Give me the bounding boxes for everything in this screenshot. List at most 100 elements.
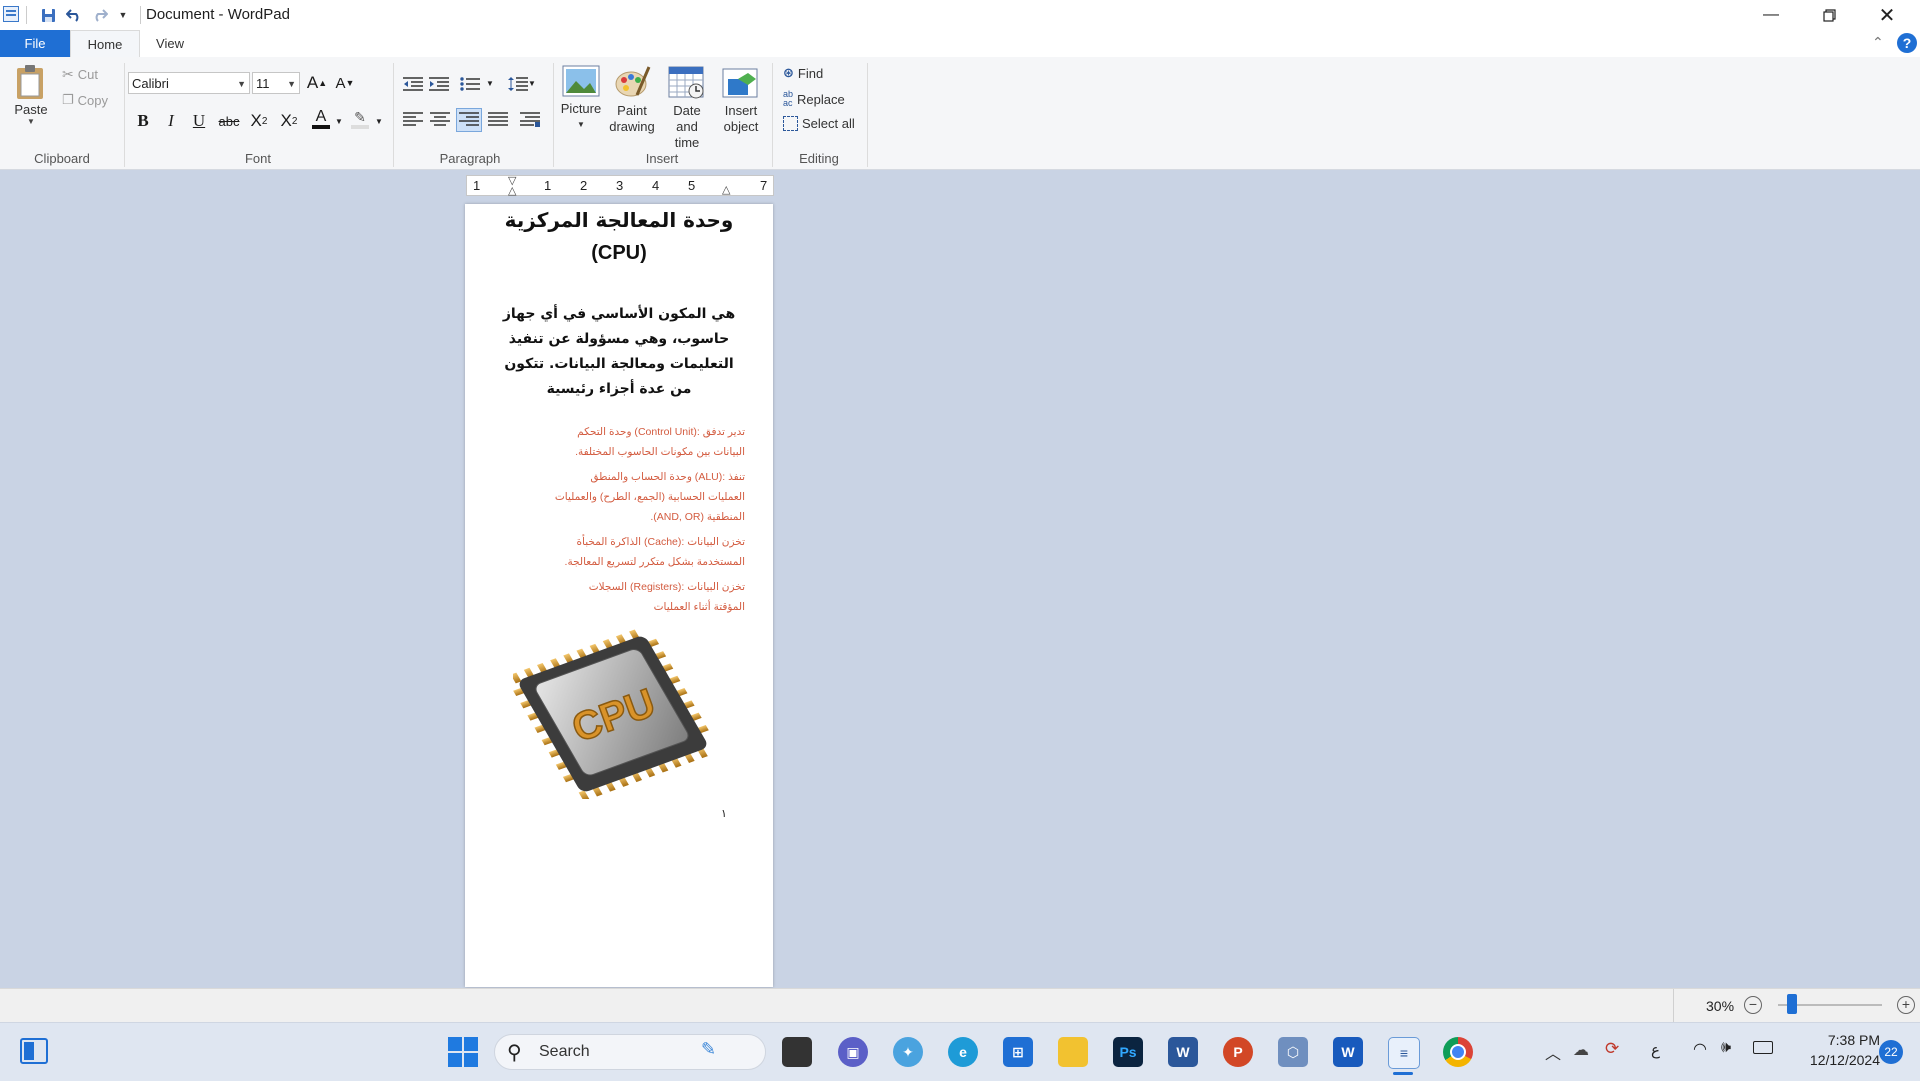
decrease-indent-button[interactable] [401,73,425,95]
sync-icon[interactable]: ⟳ [1605,1039,1619,1059]
strikethrough-button[interactable]: abc [217,109,241,133]
taskbar: ⚲ Search ✎ ▣ ✦ e ⊞ Ps W P ⬡ W ≡ ︿ ☁ ⟳ ع … [0,1022,1920,1081]
help-icon[interactable]: ? [1897,33,1917,53]
chevron-down-icon[interactable]: ▼ [375,117,383,126]
undo-icon[interactable] [64,5,84,25]
customize-qat-dropdown-icon[interactable]: ▼ [113,5,133,25]
taskbar-search[interactable]: ⚲ Search ✎ [494,1034,766,1070]
notification-badge[interactable]: 22 [1879,1040,1903,1064]
intro-line: التعليمات ومعالجة البيانات. تتكون [504,356,734,372]
photoshop-icon[interactable]: Ps [1113,1037,1143,1067]
picture-button[interactable]: Picture ▼ [556,65,606,133]
app-hexagon-icon[interactable]: ⬡ [1278,1037,1308,1067]
onedrive-error-icon[interactable]: ☁ [1573,1040,1589,1060]
paste-button[interactable]: Paste ▼ [10,63,52,126]
superscript-button[interactable]: X2 [277,109,301,133]
input-language[interactable]: ع [1651,1041,1660,1059]
document-title-abbrev: (CPU) [591,242,647,264]
picture-icon [562,65,600,97]
start-icon[interactable] [448,1037,478,1067]
close-button[interactable]: ✕ [1858,0,1916,30]
edge-icon[interactable]: e [948,1037,978,1067]
copy-button[interactable]: ❐ Copy [62,92,108,108]
chevron-down-icon[interactable]: ▼ [335,117,343,126]
paragraph-settings-button[interactable] [518,109,542,131]
cut-label: Cut [77,67,98,82]
chrome-icon[interactable] [1443,1037,1473,1067]
item-line: البيانات بين مكونات الحاسوب المختلفة. [575,446,745,458]
volume-icon[interactable]: 🕪 [1721,1039,1731,1057]
wordpad-app-icon[interactable] [3,6,19,22]
tab-view[interactable]: View [140,30,200,57]
paragraph-group-label: Paragraph [439,151,501,166]
chevron-down-icon[interactable]: ▼ [528,79,536,88]
find-button[interactable]: ⊛ Find [783,65,823,81]
align-left-button[interactable] [401,109,425,131]
clock-date[interactable]: 12/12/2024 [1780,1052,1880,1068]
save-icon[interactable] [38,5,58,25]
paint-drawing-button[interactable]: Paint drawing [607,65,657,135]
ruler[interactable]: 1 1 2 3 4 5 7 ▽ △ △ [466,175,774,197]
powerpoint-icon[interactable]: P [1223,1037,1253,1067]
insert-object-label-1: Insert [724,103,758,118]
clock-time[interactable]: 7:38 PM [1800,1032,1880,1048]
italic-button[interactable]: I [159,109,183,133]
bullets-button[interactable] [458,73,482,95]
replace-button[interactable]: ab ac Replace [783,90,845,108]
ruler-tick: 5 [688,178,696,193]
chevron-down-icon: ▼ [287,79,296,89]
task-view-icon[interactable] [782,1037,812,1067]
line-spacing-button[interactable] [506,73,530,95]
increase-indent-button[interactable] [427,73,451,95]
wordpad-taskbar-icon[interactable]: ≡ [1388,1037,1420,1069]
restore-button[interactable] [1800,0,1858,30]
highlight-color-button[interactable]: ✎ [348,107,372,131]
minimize-button[interactable]: — [1742,0,1800,30]
file-explorer-icon[interactable] [1058,1037,1088,1067]
subscript-button[interactable]: X2 [247,109,271,133]
zoom-out-button[interactable]: − [1744,996,1762,1014]
store-icon[interactable]: ⊞ [1003,1037,1033,1067]
document-page[interactable]: وحدة المعالجة المركزية (CPU) هي المكون ا… [465,204,773,987]
ribbon-tabs: File Home View ⌃ ? [0,30,1920,58]
font-family-select[interactable]: Calibri ▼ [128,72,250,94]
align-center-button[interactable] [428,109,452,131]
item-line: المؤقتة أثناء العمليات [653,601,745,613]
select-all-label: Select all [802,116,855,131]
wifi-icon[interactable]: ◠ [1693,1039,1707,1059]
teams-icon[interactable]: ▣ [838,1037,868,1067]
tab-home[interactable]: Home [70,30,140,58]
intro-line: حاسوب، وهي مسؤولة عن تنفيذ [508,331,730,347]
left-indent-marker[interactable]: ▽ △ [508,176,516,197]
paste-label: Paste [14,102,48,117]
select-all-button[interactable]: Select all [783,116,855,131]
grow-font-button[interactable]: A ▲ [305,71,329,95]
copilot-icon[interactable]: ✦ [893,1037,923,1067]
right-indent-marker[interactable]: △ [722,183,730,196]
ruler-tick: 1 [544,178,552,193]
battery-icon[interactable] [1753,1041,1773,1054]
underline-button[interactable]: U [187,109,211,133]
align-right-button[interactable] [456,108,482,132]
chevron-down-icon[interactable]: ▼ [486,79,494,88]
insert-object-button[interactable]: Insert object [716,65,766,135]
font-size-select[interactable]: 11 ▼ [252,72,300,94]
clipboard-group-label: Clipboard [34,151,90,166]
redo-icon[interactable] [90,5,110,25]
word-icon-2[interactable]: W [1333,1037,1363,1067]
zoom-in-button[interactable]: + [1897,996,1915,1014]
widgets-icon[interactable] [20,1038,48,1064]
text-color-button[interactable]: A [309,107,333,131]
show-hidden-icons[interactable]: ︿ [1545,1040,1561,1064]
zoom-slider-thumb[interactable] [1787,994,1797,1014]
justify-button[interactable] [486,109,510,131]
shrink-font-button[interactable]: A ▼ [333,71,357,95]
date-time-button[interactable]: Date and time [662,65,712,151]
collapse-ribbon-icon[interactable]: ⌃ [1872,34,1884,51]
bold-button[interactable]: B [131,109,155,133]
font-group-label: Font [244,151,271,166]
tab-file[interactable]: File [0,30,70,57]
cut-button[interactable]: ✂ Cut [62,66,98,83]
cpu-chip-image[interactable]: CPU [510,629,713,802]
word-icon[interactable]: W [1168,1037,1198,1067]
